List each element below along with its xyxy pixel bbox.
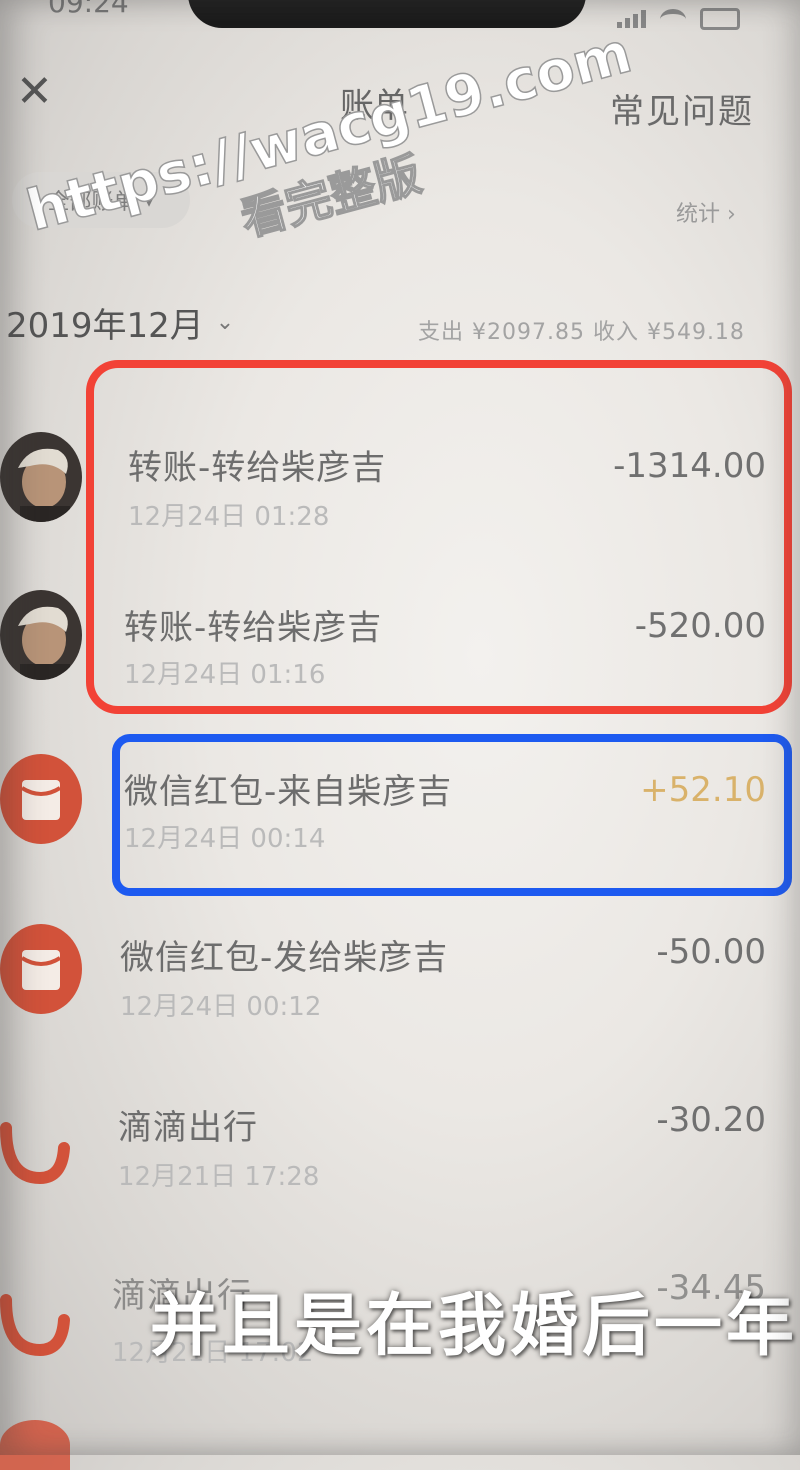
signal-icon [617, 10, 646, 28]
red-packet-icon [0, 924, 82, 1014]
transaction-date: 12月24日 00:12 [120, 992, 322, 1022]
wifi-icon [660, 8, 686, 30]
filter-label: 全部账单 [47, 190, 136, 215]
month-selector[interactable]: 2019年12月 ⌄ [6, 298, 234, 347]
transaction-amount: -50.00 [656, 932, 766, 972]
month-label: 2019年12月 [6, 306, 204, 346]
chevron-down-icon: ⌄ [215, 310, 235, 335]
highlight-box-blue [112, 734, 792, 896]
stats-link[interactable]: 统计 › [676, 196, 736, 228]
battery-icon [700, 8, 740, 30]
page-title: 账单 [340, 86, 408, 126]
chevron-down-icon: ▾ [143, 187, 155, 213]
contact-avatar [0, 432, 82, 522]
bill-filter-dropdown[interactable]: 全部账单 ▾ [12, 172, 190, 228]
close-icon[interactable]: ✕ [16, 66, 53, 117]
transaction-row[interactable]: 滴滴出行 12月21日 17:28 -30.20 [0, 1070, 800, 1220]
highlight-box-red [86, 360, 792, 714]
video-subtitle: 并且是在我婚后一年 [150, 1287, 799, 1366]
red-packet-icon [0, 1420, 70, 1470]
red-packet-icon [0, 754, 82, 844]
status-icons [617, 8, 740, 30]
transaction-row[interactable]: 微信红包-发给柴彦吉 12月24日 00:12 -50.00 [0, 900, 800, 1050]
phone-notch [188, 0, 586, 28]
transaction-amount: -30.20 [656, 1100, 766, 1140]
status-time: 09:24 [48, 0, 129, 19]
transaction-title: 微信红包-发给柴彦吉 [120, 938, 449, 978]
didi-icon [0, 1104, 82, 1194]
month-summary: 支出 ¥2097.85 收入 ¥549.18 [418, 320, 745, 345]
transaction-date: 12月21日 17:28 [118, 1162, 320, 1192]
watermark-caption: 看完整版 [235, 147, 427, 247]
didi-icon [0, 1276, 82, 1366]
transaction-title: 滴滴出行 [118, 1108, 258, 1148]
contact-avatar [0, 590, 82, 680]
faq-link[interactable]: 常见问题 [610, 84, 754, 133]
